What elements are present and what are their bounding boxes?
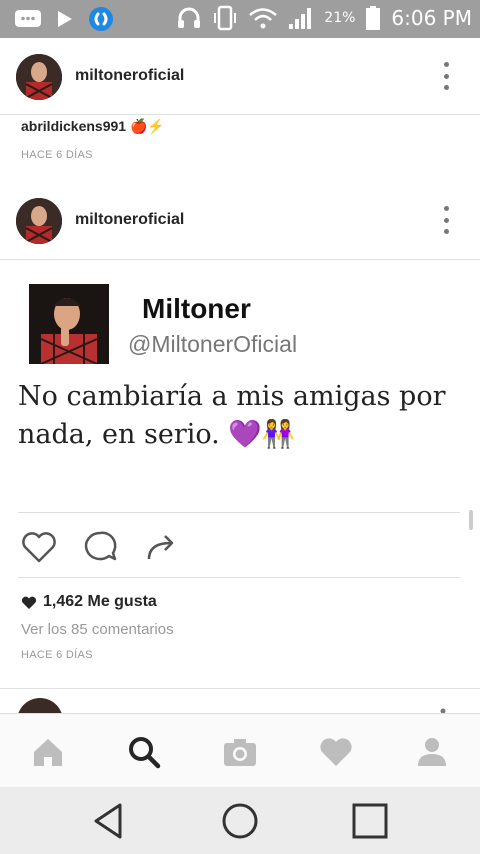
clock: 6:06 PM — [391, 6, 472, 30]
divider — [18, 577, 460, 578]
heart-icon[interactable] — [316, 732, 356, 772]
divider — [0, 114, 480, 115]
message-icon — [15, 10, 41, 27]
comment-username[interactable]: abrildickens991 — [21, 118, 126, 134]
post-header: miltoneroficial — [0, 182, 480, 258]
comment-emoji: 🍎⚡ — [129, 118, 165, 134]
search-icon[interactable] — [124, 732, 164, 772]
tweet-handle: @MiltonerOficial — [128, 331, 298, 357]
status-right: 21% 6:06 PM — [176, 5, 472, 31]
timestamp: HACE 6 DÍAS — [21, 649, 93, 661]
heart-outline-icon[interactable] — [19, 527, 59, 567]
avatar[interactable] — [16, 198, 62, 244]
tweet-name: Miltoner — [142, 293, 251, 324]
likes-label: 1,462 Me gusta — [43, 593, 157, 610]
back-icon[interactable] — [88, 801, 128, 841]
post-header: miltoneroficial — [0, 38, 480, 114]
status-bar: 21% 6:06 PM — [0, 0, 480, 38]
username[interactable]: miltoneroficial — [75, 211, 184, 229]
status-notification-icons — [14, 6, 114, 32]
divider — [18, 512, 460, 513]
home-button-icon[interactable] — [220, 801, 260, 841]
post-image[interactable]: Miltoner @MiltonerOficial No cambiaría a… — [0, 261, 480, 511]
headset-icon — [178, 7, 201, 28]
battery-icon — [366, 6, 381, 30]
shazam-icon — [89, 7, 113, 31]
wifi-icon — [249, 8, 278, 29]
comment: abrildickens991 🍎⚡ — [21, 118, 165, 135]
comment-icon[interactable] — [80, 527, 120, 567]
play-icon — [58, 11, 72, 27]
system-navigation — [0, 787, 480, 854]
more-options-icon[interactable] — [444, 206, 450, 234]
tweet-text: No cambiaría a mis amigas por nada, en s… — [18, 381, 446, 450]
next-post-peek — [0, 697, 480, 713]
profile-icon[interactable] — [412, 732, 452, 772]
divider — [0, 688, 480, 689]
share-icon[interactable] — [141, 527, 181, 567]
username[interactable]: miltoneroficial — [75, 67, 184, 85]
camera-icon[interactable] — [220, 732, 260, 772]
avatar[interactable] — [16, 54, 62, 100]
home-icon[interactable] — [28, 732, 68, 772]
battery-percent: 21% — [324, 10, 356, 26]
post-actions — [0, 527, 480, 569]
bottom-navigation — [0, 713, 480, 788]
heart-icon — [21, 596, 37, 609]
tweet-avatar — [29, 284, 109, 364]
signal-icon — [289, 8, 312, 29]
timestamp: HACE 6 DÍAS — [21, 149, 93, 161]
more-options-icon[interactable] — [444, 62, 450, 90]
vibrate-icon — [214, 5, 237, 31]
likes-count[interactable]: 1,462 Me gusta — [21, 593, 157, 611]
recents-icon[interactable] — [350, 801, 390, 841]
view-comments-link[interactable]: Ver los 85 comentarios — [21, 621, 174, 638]
divider — [0, 259, 480, 260]
